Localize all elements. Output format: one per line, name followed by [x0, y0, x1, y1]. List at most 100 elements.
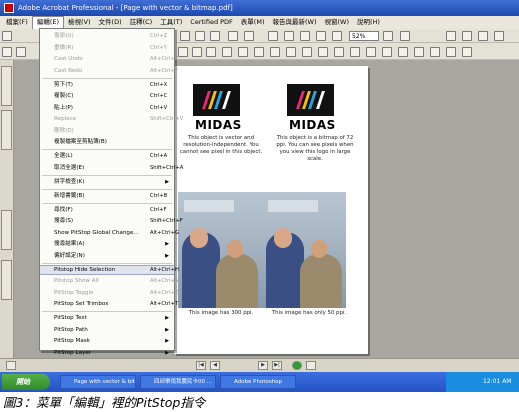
edit-menu-item[interactable]: 復原(U) Ctrl+Z [40, 31, 174, 41]
edit-menu: 復原(U) Ctrl+Z 重做(R) Ctrl+Y Cast Undo Alt+Ctrl+… [39, 28, 183, 356]
midas-logo-bitmap [287, 84, 334, 116]
zoom-minus-icon[interactable] [332, 31, 342, 41]
edit-menu-item[interactable]: 取消全選(E) Shift+Ctrl+A [40, 163, 183, 173]
acrobat-app-icon [4, 3, 14, 13]
task-photoshop[interactable]: Adobe Photoshop [220, 375, 296, 389]
next-page-button[interactable]: ▶ [258, 361, 268, 370]
edit-menu-item[interactable]: Show PitStop Global Change... Alt+Ctrl+G [40, 228, 179, 238]
edit-menu-item[interactable]: 拼字檢查(K) ▶ [40, 177, 174, 187]
edit-menu-item-label: PitStop Path [54, 326, 88, 333]
menu-item-8[interactable]: 報告與最新(W) [268, 16, 320, 29]
menu-item-10[interactable]: 說明(H) [353, 16, 384, 29]
menu-item-6[interactable]: Certified PDF [186, 16, 237, 29]
fit-width-icon[interactable] [300, 31, 310, 41]
edit-menu-item[interactable]: Cast Undo Alt+Ctrl+Z [40, 54, 179, 64]
edit-menu-item[interactable]: Replace Shift+Ctrl+V [40, 114, 183, 124]
edit-menu-item[interactable]: Cast Redo Alt+Ctrl+Y [40, 66, 178, 76]
edit-menu-item[interactable]: PitStop Path ▶ [40, 325, 174, 335]
select-arrow-icon[interactable] [2, 47, 12, 57]
pitstop-icon[interactable] [494, 31, 504, 41]
edit-menu-item[interactable]: 剪下(T) Ctrl+X [40, 80, 174, 90]
edit-menu-item[interactable]: 刪除(D) [40, 126, 174, 136]
first-page-button[interactable]: |◀ [196, 361, 206, 370]
fit-page-icon[interactable] [284, 31, 294, 41]
pitstop-tool-12-icon[interactable] [350, 47, 360, 57]
pitstop-tool-6-icon[interactable] [254, 47, 264, 57]
edit-menu-item-label: Replace [54, 116, 77, 122]
zoom-input[interactable]: 52% [349, 31, 379, 41]
rotate-icon[interactable] [316, 31, 326, 41]
start-button[interactable]: 開始 [2, 374, 50, 390]
pitstop-tool-1-icon[interactable] [178, 47, 188, 57]
pitstop-tool-11-icon[interactable] [334, 47, 344, 57]
edit-menu-item[interactable]: PitStop Set Trimbox Alt+Ctrl+T [40, 299, 178, 309]
pages-tab[interactable] [1, 110, 12, 150]
edit-menu-item[interactable]: PitStop Layer ▶ [40, 348, 174, 358]
pitstop-tool-8-icon[interactable] [286, 47, 296, 57]
pitstop-tool-19-icon[interactable] [462, 47, 472, 57]
edit-menu-item[interactable]: 搜尋(S) Shift+Ctrl+F [40, 216, 183, 226]
edit-menu-item-shortcut: Alt+Ctrl+Z [150, 56, 179, 62]
previous-page-button[interactable]: ◀ [210, 361, 220, 370]
zoom-out-icon[interactable] [244, 31, 254, 41]
actual-size-icon[interactable] [268, 31, 278, 41]
edit-menu-item-label: Cast Undo [54, 56, 83, 62]
edit-menu-item-shortcut: Ctrl+F [150, 206, 167, 213]
open-icon[interactable] [2, 31, 12, 41]
pitstop-tool-4-icon[interactable] [222, 47, 232, 57]
pitstop-tool-3-icon[interactable] [206, 47, 216, 57]
midas-text-right: MIDAS [289, 118, 336, 132]
pitstop-tool-9-icon[interactable] [302, 47, 312, 57]
edit-menu-item[interactable]: PitStop Toggle Alt+Ctrl+Z [40, 288, 179, 298]
edit-menu-item[interactable]: 尋找(F) Ctrl+F [40, 205, 174, 215]
edit-menu-item-label: 取消全選(E) [54, 164, 85, 171]
bookmarks-tab[interactable] [1, 66, 12, 106]
edit-menu-item[interactable]: 新增書籤(B) Ctrl+B [40, 191, 174, 201]
pitstop-tool-15-icon[interactable] [398, 47, 408, 57]
edit-menu-item-label: 偏好設定(N) [54, 252, 85, 259]
zoom-plus-icon[interactable] [383, 31, 393, 41]
edit-menu-item[interactable]: 複製檔案至剪貼簿(B) [40, 137, 174, 147]
signatures-tab[interactable] [1, 260, 12, 300]
pitstop-tool-10-icon[interactable] [318, 47, 328, 57]
edit-menu-item[interactable]: 貼上(P) Ctrl+V [40, 103, 174, 113]
pitstop-tool-2-icon[interactable] [192, 47, 202, 57]
menu-item-9[interactable]: 視窗(W) [320, 16, 353, 29]
play-forward-button[interactable] [292, 361, 302, 370]
edit-menu-item-label: PitStop Toggle [54, 289, 94, 296]
layers-tab[interactable] [1, 210, 12, 250]
arrow-cursor-icon[interactable] [16, 47, 26, 57]
menu-item-0[interactable]: 檔案(F) [2, 16, 32, 29]
pitstop-tool-5-icon[interactable] [238, 47, 248, 57]
hand-tool-icon[interactable] [180, 31, 190, 41]
inspect-icon[interactable] [462, 31, 472, 41]
midas-logo-vector [193, 84, 240, 116]
pitstop-tool-7-icon[interactable] [270, 47, 280, 57]
edit-menu-item[interactable]: 重做(R) Ctrl+Y [40, 43, 174, 53]
edit-menu-item[interactable]: 全選(L) Ctrl+A [40, 151, 174, 161]
title-bar: Adobe Acrobat Professional - [Page with … [0, 0, 519, 16]
task-acrobat[interactable]: Page with vector & bit... [60, 375, 136, 389]
edit-menu-item[interactable]: Pitstop Hide Selection Alt+Ctrl+H [40, 264, 179, 275]
edit-menu-item[interactable]: 搜尋結果(A) ▶ [40, 239, 174, 249]
view-options-icon[interactable] [400, 31, 410, 41]
edit-menu-item[interactable]: PitStop Text ▶ [40, 313, 174, 323]
pitstop-tool-14-icon[interactable] [382, 47, 392, 57]
zoom-in-icon[interactable] [228, 31, 238, 41]
snapshot-icon[interactable] [210, 31, 220, 41]
pitstop-tool-17-icon[interactable] [430, 47, 440, 57]
edit-menu-item[interactable]: 偏好設定(N) ▶ [40, 251, 174, 261]
task-folder[interactable]: 四邱樂雨我農民卡00 ... [140, 375, 216, 389]
pitstop-tool-18-icon[interactable] [446, 47, 456, 57]
edit-menu-item[interactable]: Pitstop Show All Alt+Ctrl+S [40, 276, 178, 286]
last-page-button[interactable]: ▶| [272, 361, 282, 370]
fix-icon[interactable] [446, 31, 456, 41]
pitstop-tool-16-icon[interactable] [414, 47, 424, 57]
edit-menu-item[interactable]: 複製(C) Ctrl+C [40, 91, 174, 101]
go-forward-button[interactable] [306, 361, 316, 370]
select-text-icon[interactable] [195, 31, 205, 41]
pitstop-tool-13-icon[interactable] [366, 47, 376, 57]
edit-menu-item[interactable]: PitStop Mask ▶ [40, 336, 174, 346]
color-picker-icon[interactable] [478, 31, 488, 41]
menu-item-7[interactable]: 表單(M) [237, 16, 269, 29]
